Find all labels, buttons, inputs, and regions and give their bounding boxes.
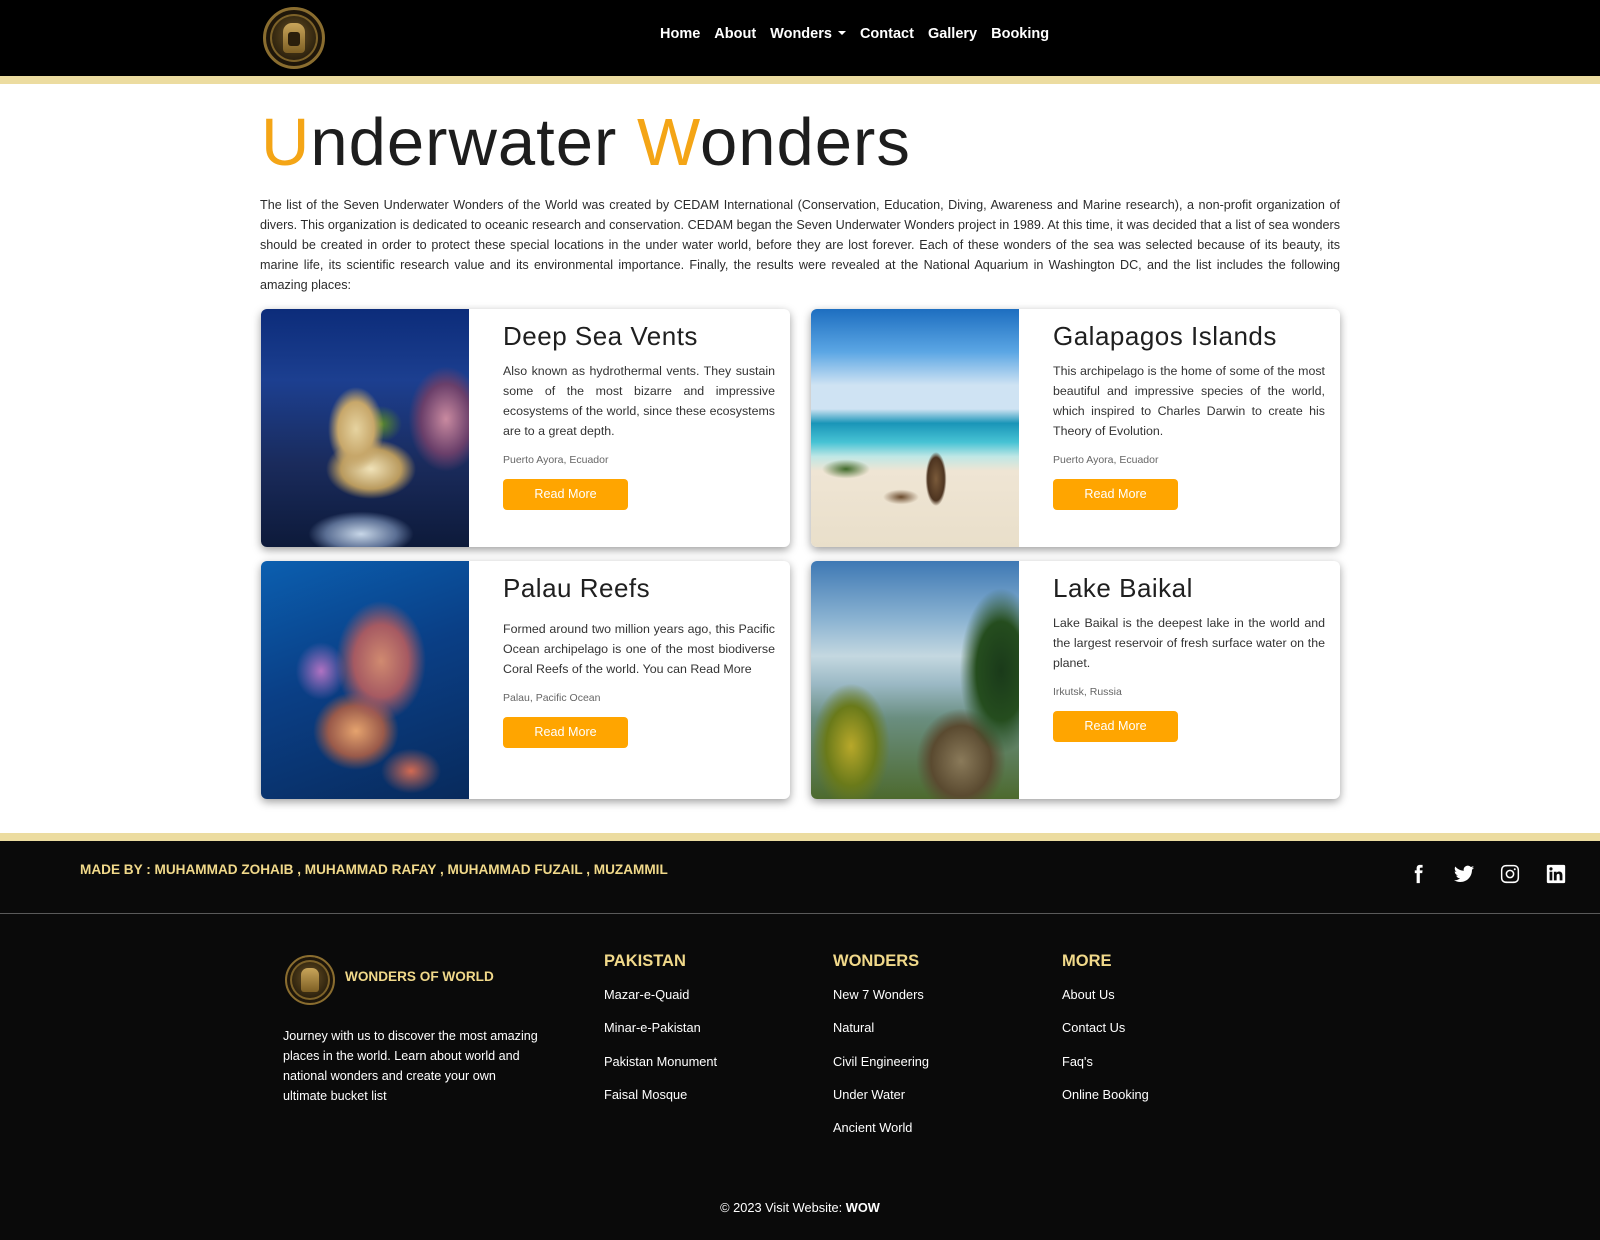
footer-column-more: MORE About Us Contact Us Faq's Online Bo… [1062,952,1149,1118]
footer-link[interactable]: Natural [833,1018,929,1051]
footer-link[interactable]: New 7 Wonders [833,985,929,1018]
footer: MADE BY : MUHAMMAD ZOHAIB , MUHAMMAD RAF… [0,841,1600,1240]
card-description: Also known as hydrothermal vents. They s… [503,364,775,438]
wonder-card-lake-baikal: Lake Baikal Lake Baikal is the deepest l… [811,561,1340,799]
footer-column-heading: MORE [1062,952,1112,970]
nav-link-home[interactable]: Home [660,26,700,42]
twitter-icon[interactable] [1451,861,1477,887]
footer-link[interactable]: Mazar-e-Quaid [604,985,717,1018]
card-location: Puerto Ayora, Ecuador [1053,454,1159,466]
card-location: Palau, Pacific Ocean [503,692,601,704]
nav-link-wonders-label: Wonders [770,26,832,42]
read-more-button[interactable]: Read More [1053,711,1178,742]
footer-column-wonders: WONDERS New 7 Wonders Natural Civil Engi… [833,952,929,1151]
footer-column-heading: WONDERS [833,952,920,970]
footer-accent-stripe [0,833,1600,841]
card-location: Puerto Ayora, Ecuador [503,454,609,466]
nav-dropdown-wonders[interactable]: Wonders [770,26,846,42]
card-title: Deep Sea Vents [503,321,698,351]
card-image [811,561,1019,799]
wonder-card-galapagos-islands: Galapagos Islands This archipelago is th… [811,309,1340,547]
card-description: Lake Baikal is the deepest lake in the w… [1053,616,1325,670]
chevron-down-icon [837,31,846,35]
nav-menu: Home About Wonders Contact Gallery Booki… [660,26,1049,42]
footer-brand-name: WONDERS OF WORLD [345,969,494,984]
card-description: Formed around two million years ago, thi… [503,622,775,676]
footer-link[interactable]: Faisal Mosque [604,1085,717,1118]
credits-text: MADE BY : MUHAMMAD ZOHAIB , MUHAMMAD RAF… [80,862,668,877]
footer-link[interactable]: Minar-e-Pakistan [604,1018,717,1051]
wonder-card-palau-reefs: Palau Reefs Formed around two million ye… [261,561,790,799]
footer-link[interactable]: Civil Engineering [833,1052,929,1085]
card-image [261,561,469,799]
copyright-brand-link[interactable]: WOW [846,1200,880,1215]
facebook-icon[interactable] [1405,861,1431,887]
title-word: nderwater [310,105,618,180]
nav-link-gallery[interactable]: Gallery [928,26,977,42]
intro-paragraph: The list of the Seven Underwater Wonders… [260,198,1340,292]
card-location: Irkutsk, Russia [1053,686,1122,698]
footer-divider [0,913,1600,914]
copyright-text: © 2023 Visit Website: WOW [0,1200,1600,1215]
nav-accent-stripe [0,76,1600,84]
nav-link-booking[interactable]: Booking [991,26,1049,42]
card-description: This archipelago is the home of some of … [1053,364,1325,438]
footer-link[interactable]: Faq's [1062,1052,1149,1085]
read-more-button[interactable]: Read More [503,479,628,510]
wonder-card-deep-sea-vents: Deep Sea Vents Also known as hydrotherma… [261,309,790,547]
page-title: Underwater Wonders [261,104,911,181]
navbar: Home About Wonders Contact Gallery Booki… [0,0,1600,76]
nav-link-about[interactable]: About [714,26,756,42]
read-more-button[interactable]: Read More [1053,479,1178,510]
card-title: Galapagos Islands [1053,321,1277,351]
footer-logo[interactable] [285,955,335,1005]
footer-column-pakistan: PAKISTAN Mazar-e-Quaid Minar-e-Pakistan … [604,952,717,1118]
title-word: onders [699,105,911,180]
site-logo[interactable] [263,7,325,69]
footer-link[interactable]: Ancient World [833,1118,929,1151]
card-image [261,309,469,547]
social-links [1405,861,1569,887]
footer-link[interactable]: Contact Us [1062,1018,1149,1051]
copyright-prefix: © 2023 Visit Website: [720,1200,846,1215]
footer-link[interactable]: Pakistan Monument [604,1052,717,1085]
linkedin-icon[interactable] [1543,861,1569,887]
footer-about-text: Journey with us to discover the most ama… [283,1029,538,1103]
title-accent-letter: U [261,105,311,180]
footer-link[interactable]: Online Booking [1062,1085,1149,1118]
instagram-icon[interactable] [1497,861,1523,887]
nav-link-contact[interactable]: Contact [860,26,914,42]
title-accent-letter: W [636,105,700,180]
footer-link[interactable]: About Us [1062,985,1149,1018]
read-more-button[interactable]: Read More [503,717,628,748]
footer-column-heading: PAKISTAN [604,952,686,970]
card-title: Palau Reefs [503,573,651,603]
card-image [811,309,1019,547]
footer-link[interactable]: Under Water [833,1085,929,1118]
card-title: Lake Baikal [1053,573,1193,603]
